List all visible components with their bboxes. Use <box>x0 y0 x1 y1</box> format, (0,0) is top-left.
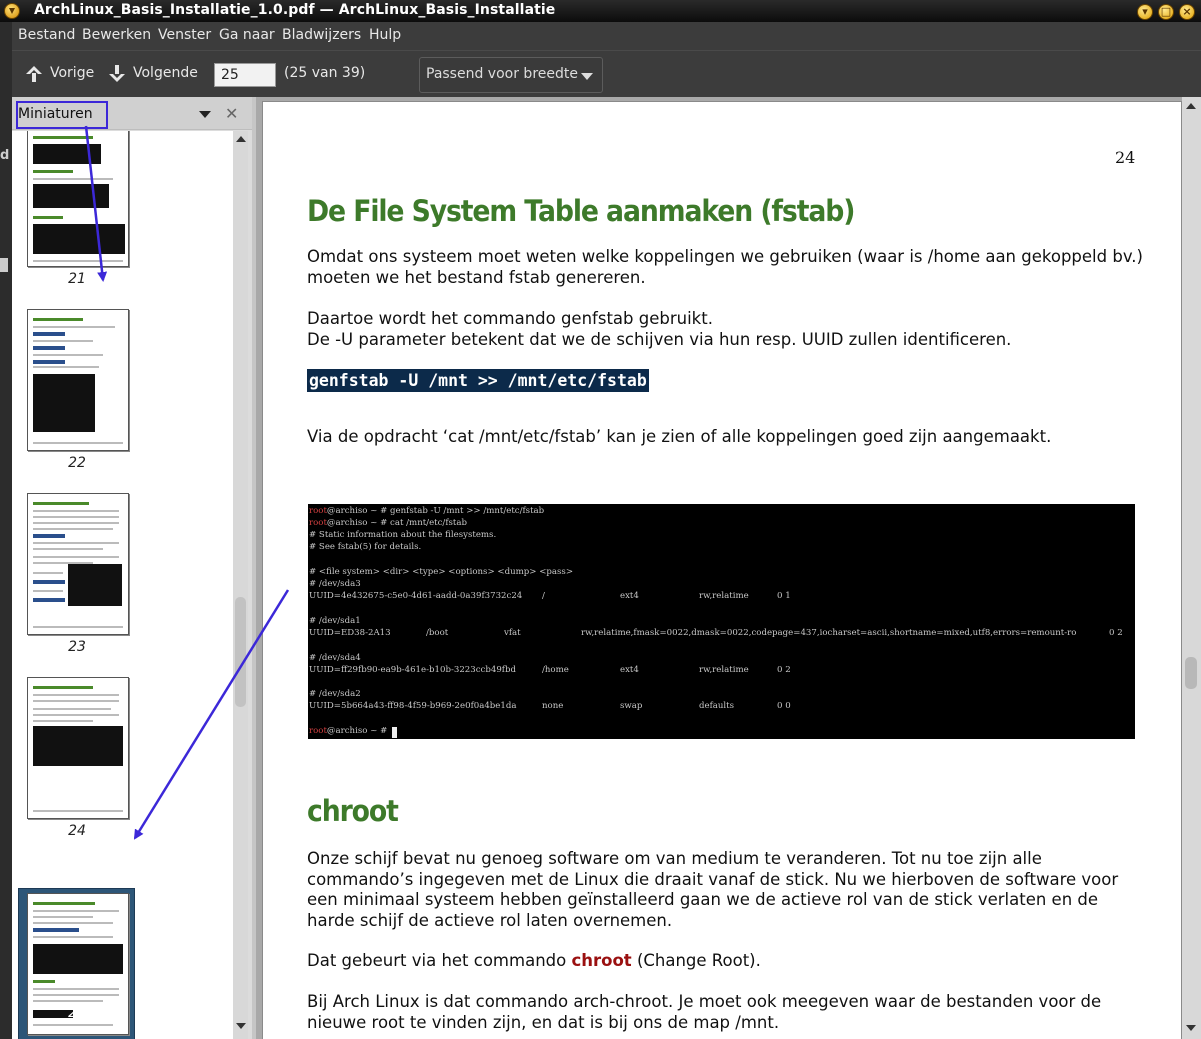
page-number: 24 <box>1115 148 1136 167</box>
thumbnail-page-23[interactable] <box>27 493 129 635</box>
maximize-button[interactable]: □ <box>1158 4 1174 20</box>
thumbnail-label-21: 21 <box>68 271 86 287</box>
title-bar: ArchLinux_Basis_Installatie_1.0.pdf — Ar… <box>0 0 1201 22</box>
window-title: ArchLinux_Basis_Installatie_1.0.pdf — Ar… <box>34 2 556 18</box>
window-menu-icon[interactable] <box>4 3 20 19</box>
sidebar-scrollbar[interactable] <box>233 131 248 1039</box>
zoom-select[interactable]: Passend voor breedte <box>419 57 603 93</box>
page-number-input[interactable] <box>214 63 276 87</box>
menu-bladwijzers[interactable]: Bladwijzers <box>282 27 361 43</box>
thumbnail-label-25: 25 <box>68 1005 86 1021</box>
paragraph-cat-fstab: Via de opdracht ‘cat /mnt/etc/fstab’ kan… <box>307 427 1052 446</box>
menu-bar: Bestand Bewerken Venster Ga naar Bladwij… <box>12 22 1201 50</box>
document-scrollbar[interactable] <box>1182 97 1201 1039</box>
zoom-label: Passend voor breedte <box>426 66 578 82</box>
scroll-down-icon[interactable] <box>236 1023 246 1029</box>
page-count: (25 van 39) <box>284 65 366 81</box>
thumbnail-label-23: 23 <box>68 639 86 655</box>
scrollbar-thumb[interactable] <box>1185 657 1197 689</box>
next-label: Volgende <box>133 65 198 81</box>
heading-chroot: chroot <box>307 794 399 828</box>
menu-hulp[interactable]: Hulp <box>369 27 401 43</box>
thumbnail-list: 21 22 23 24 25 <box>12 131 233 1039</box>
pdf-page: 24 De File System Table aanmaken (fstab)… <box>262 101 1182 1039</box>
previous-label: Vorige <box>50 65 95 81</box>
thumbnail-page-22[interactable] <box>27 309 129 451</box>
arrow-up-icon <box>26 66 42 82</box>
menu-bestand[interactable]: Bestand <box>18 27 75 43</box>
terminal-screenshot: root@archiso ~ # genfstab -U /mnt >> /mn… <box>308 504 1135 739</box>
menu-ga-naar[interactable]: Ga naar <box>219 27 275 43</box>
arrow-down-icon <box>109 65 125 82</box>
toolbar: Vorige Volgende (25 van 39) Passend voor… <box>12 50 1201 97</box>
thumbnail-label-24: 24 <box>68 823 86 839</box>
minimize-button[interactable]: ▾ <box>1137 4 1153 20</box>
thumbnail-sidebar: Miniaturen ✕ 21 22 23 24 25 <box>12 97 252 1039</box>
paragraph-arch-chroot: Bij Arch Linux is dat commando arch-chro… <box>307 992 1102 1032</box>
menu-venster[interactable]: Venster <box>158 27 211 43</box>
terminal-cursor <box>392 727 397 738</box>
scroll-up-icon[interactable] <box>1186 103 1196 109</box>
scrollbar-thumb[interactable] <box>235 597 246 707</box>
background-window-edge: d <box>0 22 12 1039</box>
menu-bewerken[interactable]: Bewerken <box>82 27 151 43</box>
document-view[interactable]: 24 De File System Table aanmaken (fstab)… <box>252 97 1201 1039</box>
thumbnail-page-21[interactable] <box>27 131 129 267</box>
paragraph-uuid: De -U parameter betekent dat we de schij… <box>307 330 1012 349</box>
code-command: genfstab -U /mnt >> /mnt/etc/fstab <box>307 369 649 392</box>
scroll-down-icon[interactable] <box>1186 1025 1196 1031</box>
paragraph-fstab-intro: Omdat ons systeem moet weten welke koppe… <box>307 247 1143 287</box>
pdf-viewer-window: ArchLinux_Basis_Installatie_1.0.pdf — Ar… <box>0 0 1201 1039</box>
paragraph-chroot-command: Dat gebeurt via het commando chroot (Cha… <box>307 951 761 970</box>
thumbnail-page-24[interactable] <box>27 677 129 819</box>
annotation-highlight-box <box>16 101 108 129</box>
close-window-button[interactable]: × <box>1179 4 1195 20</box>
thumbnail-label-22: 22 <box>68 455 86 471</box>
paragraph-chroot-intro: Onze schijf bevat nu genoeg software om … <box>307 849 1119 930</box>
sidebar-close-icon[interactable]: ✕ <box>225 104 238 123</box>
sidebar-dropdown-icon[interactable] <box>199 111 211 118</box>
chevron-down-icon <box>581 73 593 80</box>
paragraph-genfstab: Daartoe wordt het commando genfstab gebr… <box>307 309 713 328</box>
heading-fstab: De File System Table aanmaken (fstab) <box>307 194 855 228</box>
scroll-up-icon[interactable] <box>236 136 246 142</box>
